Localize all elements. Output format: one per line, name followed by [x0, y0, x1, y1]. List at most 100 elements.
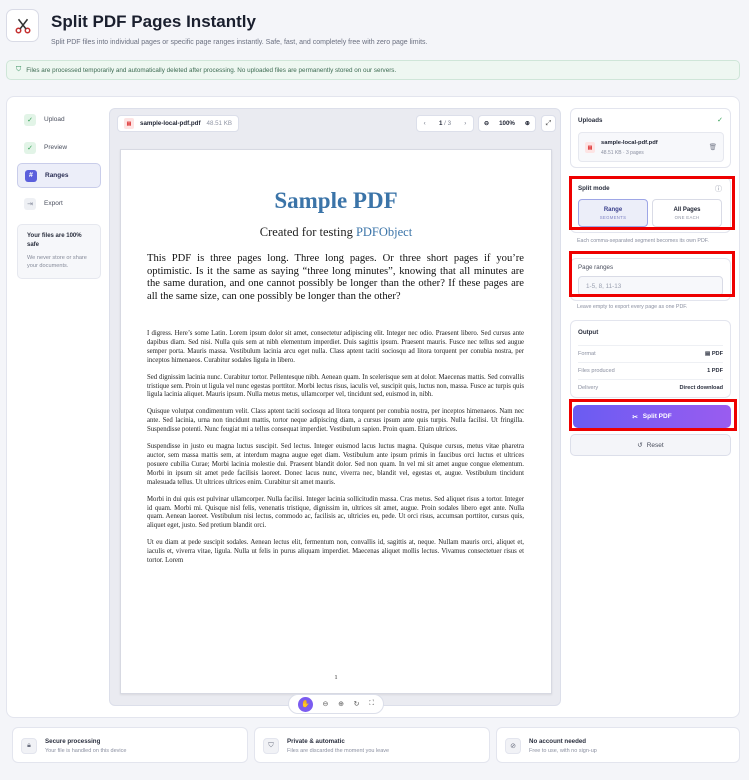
page-header: Split PDF Pages Instantly Split PDF file… — [6, 6, 743, 52]
step-label: Ranges — [45, 172, 69, 179]
viewer-toolbar: ▤ sample-local-pdf.pdf 48.51 KB ‹ 1 / 3 … — [110, 109, 560, 135]
step-export[interactable]: ⇥ Export — [17, 191, 101, 216]
step-label: Upload — [44, 116, 65, 123]
reset-icon: ↺ — [637, 442, 643, 449]
scissors-icon: ✂ — [632, 413, 638, 421]
tool-container: ✓ Upload ✓ Preview # Ranges ⇥ Export You… — [6, 96, 740, 718]
split-mode-help: Each comma-separated segment becomes its… — [577, 238, 709, 244]
feature-desc: Files are discarded the moment you leave — [287, 748, 390, 754]
shield-icon: ⛉ — [16, 66, 22, 73]
file-size: 48.51 KB — [206, 120, 232, 127]
reset-label: Reset — [646, 441, 664, 449]
info-icon[interactable]: ⓘ — [715, 184, 722, 194]
zoom-in-icon[interactable]: ⊕ — [338, 700, 344, 708]
check-circle-icon: ✓ — [717, 117, 723, 124]
pdf-page: Sample PDF Created for testing PDFObject… — [120, 149, 552, 694]
chevron-right-icon[interactable]: › — [464, 120, 466, 127]
pdf-paragraph: I digress. Here’s some Latin. Lorem ipsu… — [147, 330, 524, 364]
mode-range-button[interactable]: Range SEGMENTS — [578, 199, 648, 227]
page-ranges-help: Leave empty to export every page as one … — [577, 304, 688, 310]
output-title: Output — [578, 329, 599, 336]
output-row: Files produced 1 PDF — [578, 362, 723, 379]
output-row: Delivery Direct download — [578, 379, 723, 396]
split-pdf-button[interactable]: ✂ Split PDF — [573, 405, 731, 428]
uploads-card: Uploads ✓ ▤ sample-local-pdf.pdf 48.51 K… — [570, 108, 731, 168]
pdf-subtitle: Created for testing PDFObject — [121, 225, 551, 240]
shield-icon: ⛉ — [263, 738, 279, 754]
mode-all-pages-button[interactable]: All Pages ONE EACH — [652, 199, 722, 227]
step-upload[interactable]: ✓ Upload — [17, 107, 101, 132]
output-key: Files produced — [578, 368, 615, 374]
privacy-notice: ⛉ Files are processed temporarily and au… — [6, 60, 740, 80]
total-pages: 3 — [447, 120, 452, 127]
split-mode-box: Split mode ⓘ Range SEGMENTS All Pages ON… — [570, 177, 731, 233]
feature-title: Secure processing — [45, 738, 101, 745]
pdf-title: Sample PDF — [274, 188, 398, 213]
trash-icon[interactable]: 🗑 — [709, 143, 717, 151]
rotate-icon[interactable]: ↻ — [354, 700, 360, 708]
file-chip: ▤ sample-local-pdf.pdf 48.51 KB — [117, 115, 239, 132]
no-account-icon: ⊘ — [505, 738, 521, 754]
pdf-paragraph: Suspendisse in justo eu magna luctus sus… — [147, 443, 524, 486]
grid-icon: # — [25, 169, 37, 182]
mode-range-label: Range — [603, 207, 623, 213]
output-row: Format ▤ PDF — [578, 345, 723, 362]
feature-secure: 🔒︎ Secure processing Your file is handle… — [12, 727, 248, 763]
uploads-title: Uploads — [578, 117, 603, 124]
pdf-intro: This PDF is three pages long. Three long… — [147, 253, 524, 302]
pdf-file-icon: ▤ — [585, 142, 595, 153]
pdf-viewer: ▤ sample-local-pdf.pdf 48.51 KB ‹ 1 / 3 … — [109, 108, 561, 714]
zoom-in-icon[interactable]: ⊕ — [525, 120, 530, 127]
output-value: 1 PDF — [707, 368, 723, 374]
zoom-out-icon[interactable]: ⊖ — [484, 120, 489, 127]
page-separator: / — [444, 120, 446, 127]
output-value: ▤ PDF — [705, 351, 723, 357]
floating-toolbar: ✋ ⊖ ⊕ ↻ ⛶ — [288, 694, 384, 714]
feature-desc: Free to use, with no sign-up — [529, 748, 597, 754]
document-icon: ▤ — [704, 351, 712, 357]
uploaded-file: ▤ sample-local-pdf.pdf 48.51 KB · 3 page… — [578, 132, 724, 162]
pdf-page-number: 1 — [334, 674, 338, 681]
page-subtitle: Split PDF files into individual pages or… — [51, 39, 428, 46]
feature-title: Private & automatic — [287, 738, 345, 745]
privacy-notice-text: Files are processed temporarily and auto… — [26, 66, 397, 74]
pdf-file-icon: ▤ — [124, 118, 134, 129]
output-value-text: PDF — [711, 351, 723, 357]
step-preview[interactable]: ✓ Preview — [17, 135, 101, 160]
feature-private: ⛉ Private & automatic Files are discarde… — [254, 727, 490, 763]
split-settings: Split mode ⓘ Range SEGMENTS All Pages ON… — [570, 177, 731, 314]
step-label: Preview — [44, 144, 68, 151]
page-navigator: ‹ 1 / 3 › — [416, 115, 474, 132]
pdf-body: I digress. Here’s some Latin. Lorem ipsu… — [147, 330, 524, 574]
output-value: Direct download — [679, 385, 723, 391]
zoom-level: 100% — [499, 120, 515, 127]
pdf-paragraph: Morbi in dui quis est pulvinar ullamcorp… — [147, 495, 524, 530]
steps-sidebar: ✓ Upload ✓ Preview # Ranges ⇥ Export You… — [17, 107, 101, 377]
safety-title: Your files are 100% safe — [27, 233, 82, 248]
step-ranges[interactable]: # Ranges — [17, 163, 101, 188]
current-page: 1 — [438, 120, 443, 127]
hand-icon[interactable]: ✋ — [297, 696, 313, 712]
mode-all-sub: ONE EACH — [674, 215, 700, 220]
feature-no-account: ⊘ No account needed Free to use, with no… — [496, 727, 740, 763]
split-mode-title: Split mode — [578, 185, 610, 192]
pdf-paragraph: Ut eu diam at pede suscipit sodales. Aen… — [147, 539, 524, 565]
zoom-out-icon[interactable]: ⊖ — [323, 700, 329, 708]
expand-icon[interactable]: ⤢ — [541, 115, 556, 132]
pdf-subtitle-link[interactable]: PDFObject — [356, 225, 412, 239]
page-ranges-label: Page ranges — [578, 264, 614, 271]
pdf-subtitle-prefix: Created for testing — [259, 225, 356, 239]
fit-screen-icon[interactable]: ⛶ — [369, 700, 374, 708]
check-icon: ✓ — [24, 113, 36, 126]
output-key: Delivery — [578, 385, 599, 391]
export-icon: ⇥ — [24, 197, 36, 210]
chevron-left-icon[interactable]: ‹ — [424, 120, 426, 127]
check-icon: ✓ — [24, 141, 36, 154]
reset-button[interactable]: ↺ Reset — [570, 434, 731, 456]
mode-all-label: All Pages — [673, 207, 701, 213]
split-pdf-label: Split PDF — [642, 413, 672, 420]
uploaded-file-meta: 48.51 KB · 3 pages — [601, 150, 644, 156]
page-ranges-box: Page ranges — [570, 258, 731, 301]
page-ranges-input[interactable] — [578, 276, 723, 296]
feature-title: No account needed — [529, 738, 587, 745]
